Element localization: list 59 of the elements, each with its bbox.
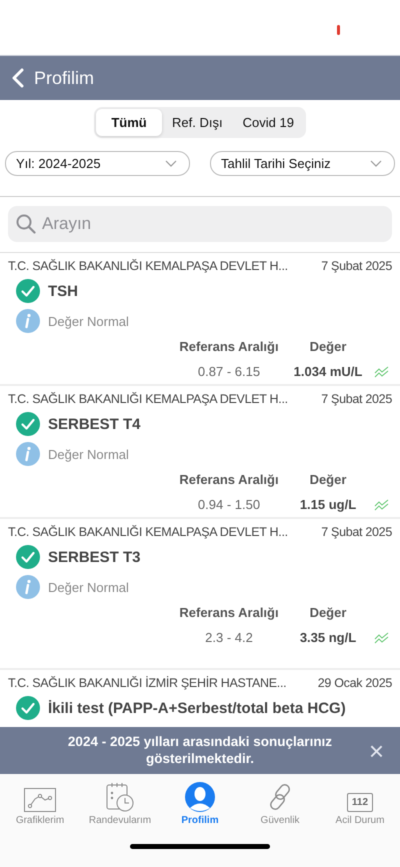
test-name: SERBEST T4	[48, 416, 141, 432]
result-value: 1.034 mU/L	[294, 364, 362, 379]
result-date: 7 Şubat 2025	[321, 525, 392, 539]
tab-bar-item[interactable]: Randevularım	[81, 780, 159, 826]
calendar-clock-icon	[104, 782, 136, 812]
tab-bar-item[interactable]: Profilim	[161, 780, 239, 826]
test-name: SERBEST T3	[48, 548, 141, 566]
result-date: 7 Şubat 2025	[321, 392, 392, 406]
chevron-down-icon	[165, 160, 177, 167]
status-note: Değer Normal	[48, 580, 129, 594]
tab-bar-item[interactable]: 112 Acil Durum	[321, 780, 399, 826]
dropdown[interactable]: Tahlil Tarihi Seçiniz	[210, 151, 395, 176]
info-icon	[16, 442, 40, 466]
column-label: Değer	[310, 339, 346, 354]
hospital-name: T.C. SAĞLIK BAKANLIĞI KEMALPAŞA DEVLET H...	[8, 392, 288, 406]
test-name: TSH	[48, 282, 78, 300]
emergency-number: 112	[346, 793, 374, 812]
checkmark-icon	[16, 412, 40, 436]
trend-chart-icon[interactable]	[374, 366, 390, 378]
result-value: 1.15 ug/L	[300, 497, 356, 512]
info-icon	[16, 575, 40, 599]
column-label: Referans Aralığı	[179, 605, 279, 620]
column-label: Referans Aralığı	[179, 472, 279, 487]
checkmark-icon	[16, 696, 40, 720]
column-label: Değer	[310, 605, 346, 620]
tab-bar-item[interactable]: Grafiklerim	[1, 780, 79, 826]
tab-bar-item[interactable]: Güvenlik	[241, 780, 319, 826]
trend-chart-icon[interactable]	[374, 632, 390, 644]
reference-range: 0.87 - 6.15	[198, 364, 260, 379]
checkmark-icon	[16, 545, 40, 569]
segment-tab[interactable]: Tümü	[96, 109, 162, 136]
column-label: Referans Aralığı	[179, 339, 279, 354]
segment-tab[interactable]: Ref. Dışı	[162, 109, 233, 136]
result-value: 3.35 ng/L	[300, 630, 356, 645]
recording-indicator-icon	[337, 25, 340, 35]
status-note: Değer Normal	[48, 314, 129, 328]
trend-chart-icon[interactable]	[374, 498, 390, 510]
result-date: 7 Şubat 2025	[321, 259, 392, 273]
dropdown[interactable]: Yıl: 2024-2025	[5, 151, 190, 176]
hospital-name: T.C. SAĞLIK BAKANLIĞI İZMİR ŞEHİR HASTANE...	[8, 676, 286, 690]
hospital-name: T.C. SAĞLIK BAKANLIĞI KEMALPAŞA DEVLET H...	[8, 259, 288, 273]
status-note: Değer Normal	[48, 446, 129, 462]
profile-icon	[185, 782, 215, 812]
back-icon	[12, 68, 24, 88]
test-name: İkili test (PAPP-A+Serbest/total beta HCG)	[48, 700, 346, 716]
result-date: 29 Ocak 2025	[318, 676, 392, 690]
reference-range: 2.3 - 4.2	[205, 630, 253, 645]
chevron-down-icon	[370, 160, 382, 167]
close-button[interactable]: ×	[368, 738, 384, 764]
screen-title: Profilim	[34, 68, 94, 88]
banner-message: 2024 - 2025 yılları arasındaki sonuçlarınız gösterilmektedir.	[66, 734, 334, 767]
checkmark-icon	[16, 279, 40, 303]
segment-tab[interactable]: Covid 19	[232, 109, 304, 136]
search-field[interactable]: Arayın	[8, 206, 392, 242]
info-icon	[16, 309, 40, 333]
reference-range: 0.94 - 1.50	[198, 497, 260, 512]
column-label: Değer	[310, 472, 346, 487]
line-chart-icon	[24, 788, 56, 812]
hospital-name: T.C. SAĞLIK BAKANLIĞI KEMALPAŞA DEVLET H...	[8, 525, 288, 539]
